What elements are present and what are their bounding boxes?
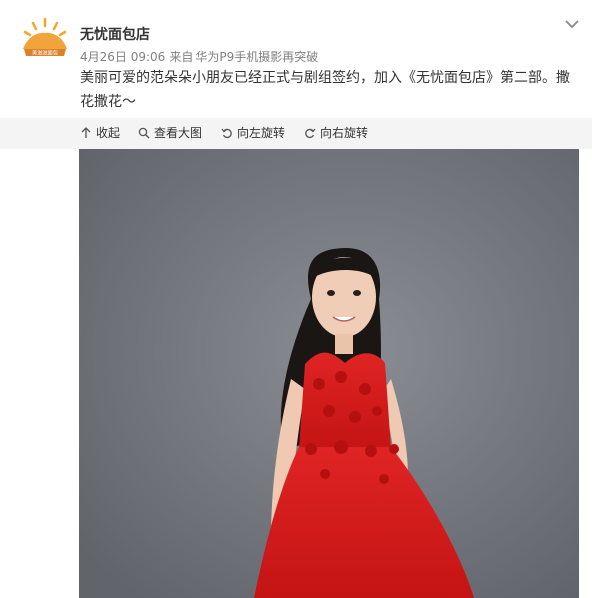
post-photo[interactable] [79, 149, 579, 598]
rotate-left-button[interactable]: 向左旋转 [221, 124, 285, 141]
girl-in-red-dress-image [79, 149, 579, 598]
collapse-label: 收起 [96, 126, 121, 140]
rotate-left-icon [221, 128, 232, 138]
chevron-down-icon[interactable] [564, 18, 580, 30]
weibo-post-card: 美滋滋面包 无忧面包店 4月26日 09:06 来自 华为P9手机摄影再突破 美丽可… [0, 0, 592, 598]
source-prefix: 来自 [169, 50, 194, 64]
collapse-button[interactable]: 收起 [80, 124, 120, 141]
post-source[interactable]: 华为P9手机摄影再突破 [195, 50, 318, 64]
avatar-text: 美滋滋面包 [32, 49, 58, 57]
rotate-right-icon [305, 128, 316, 138]
view-large-label: 查看大图 [154, 126, 203, 140]
search-icon [138, 127, 150, 138]
post-date[interactable]: 4月26日 09:06 [80, 50, 165, 64]
arrow-up-icon [81, 126, 91, 138]
author-name[interactable]: 无忧面包店 [80, 24, 150, 44]
rotate-left-label: 向左旋转 [237, 126, 286, 140]
post-content: 美丽可爱的范朵朵小朋友已经正式与剧组签约，加入《无忧面包店》第二部。撒花撒花～ [80, 70, 570, 110]
post-meta: 4月26日 09:06 来自 华为P9手机摄影再突破 [80, 48, 322, 65]
rotate-right-label: 向右旋转 [320, 126, 369, 140]
shop-avatar[interactable]: 美滋滋面包 [20, 16, 70, 66]
rotate-right-button[interactable]: 向右旋转 [304, 124, 368, 141]
view-large-button[interactable]: 查看大图 [138, 124, 202, 141]
